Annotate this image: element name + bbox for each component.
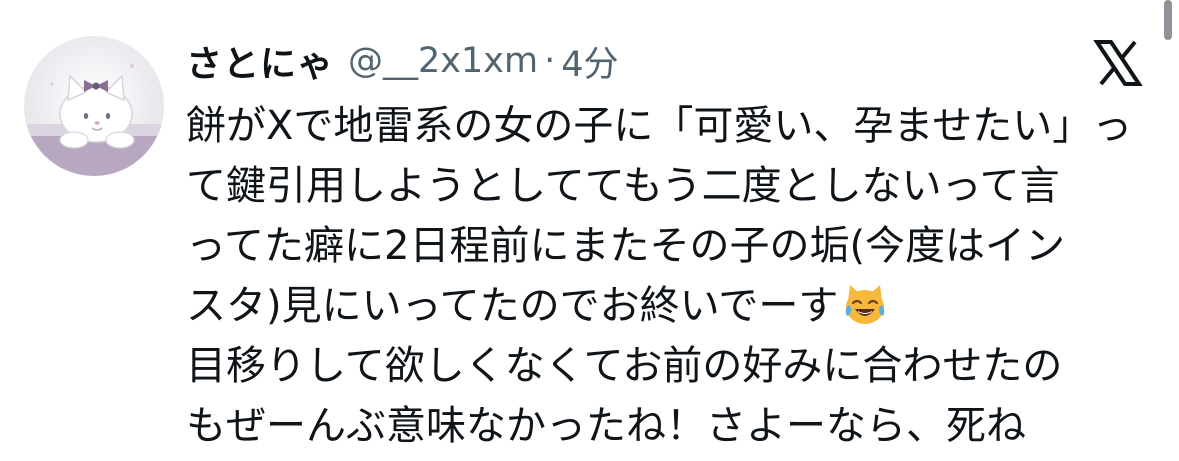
scrollbar-thumb[interactable] bbox=[1164, 0, 1172, 40]
tweet-text-line: もぜーんぶ意味なかったね！さよーなら、死ね bbox=[186, 403, 1026, 449]
tweet-text: 餅がXで地雷系の女の子に「可愛い、孕ませたい」っ て鍵引用しようとしててもう二度… bbox=[186, 96, 1146, 456]
kitty-avatar-icon bbox=[24, 36, 164, 176]
tweet-text-segment: スタ)見にいってたのでお終いでーす bbox=[186, 283, 839, 329]
tweet-card[interactable]: さとにゃ @__2x1xm · 4分 餅がXで地雷系の女の子に「可愛い、孕ませた… bbox=[0, 0, 1179, 461]
timestamp[interactable]: 4分 bbox=[561, 36, 618, 87]
user-handle[interactable]: @__2x1xm bbox=[348, 41, 538, 81]
x-logo-icon[interactable] bbox=[1093, 38, 1143, 88]
tweet-text-line: ってた癖に2日程前にまたその子の垢(今度はイン bbox=[186, 223, 1066, 269]
tweet-text-line: 餅がXで地雷系の女の子に「可愛い、孕ませたい」っ bbox=[186, 103, 1133, 149]
tweet-text-line-with-emoji: スタ)見にいってたのでお終いでーす bbox=[186, 276, 1146, 336]
display-name[interactable]: さとにゃ bbox=[186, 35, 334, 87]
separator-dot: · bbox=[544, 41, 556, 81]
tweet-text-line: て鍵引用しようとしててもう二度としないって言 bbox=[186, 163, 1060, 209]
avatar[interactable] bbox=[24, 36, 164, 176]
tweet-header: さとにゃ @__2x1xm · 4分 bbox=[186, 36, 619, 86]
tweet-text-line: 目移りして欲しくなくてお前の好みに合わせたの bbox=[186, 343, 1063, 389]
cat-tears-of-joy-icon bbox=[842, 281, 888, 327]
